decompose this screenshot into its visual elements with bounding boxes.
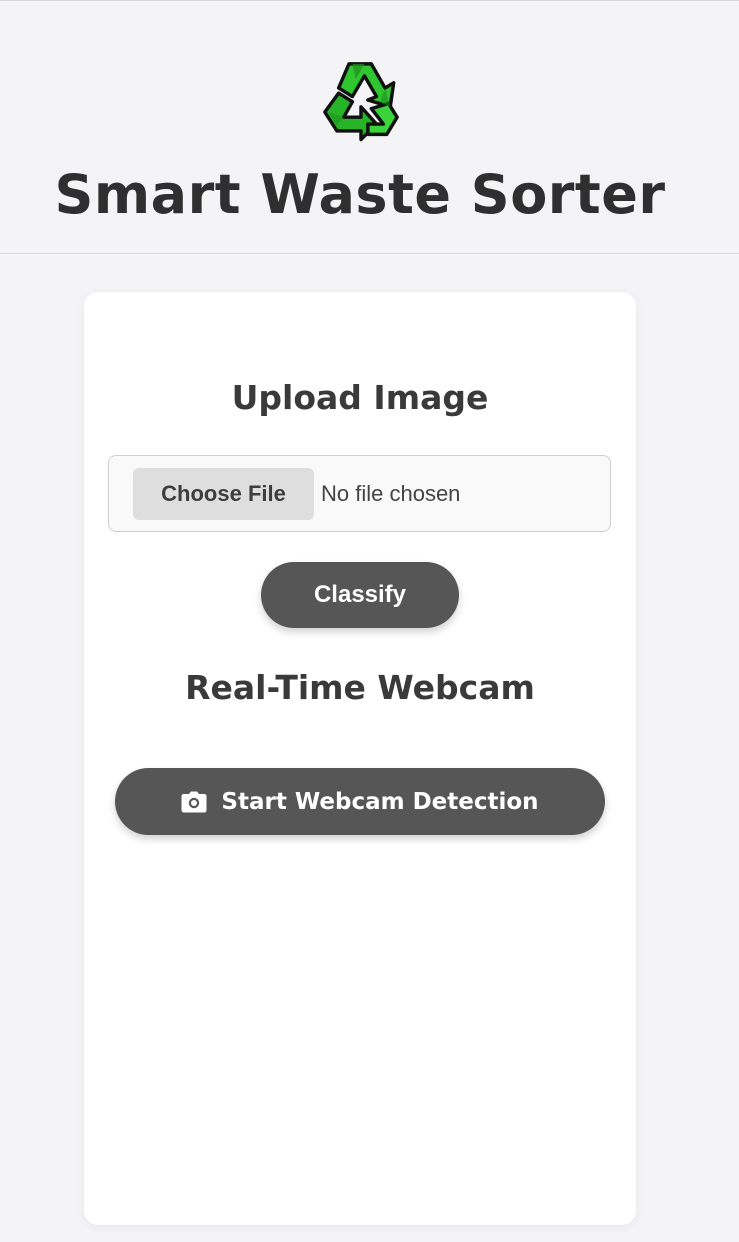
page-header: Smart Waste Sorter bbox=[0, 0, 739, 254]
start-webcam-button[interactable]: Start Webcam Detection bbox=[115, 768, 605, 835]
file-status-text: No file chosen bbox=[321, 481, 461, 506]
choose-file-button[interactable]: Choose File bbox=[133, 468, 314, 520]
main-card: Upload Image Choose File No file chosen … bbox=[84, 292, 636, 1225]
recycle-icon bbox=[323, 62, 399, 142]
start-webcam-label: Start Webcam Detection bbox=[221, 788, 539, 815]
classify-button[interactable]: Classify bbox=[261, 562, 459, 628]
app-title: Smart Waste Sorter bbox=[54, 163, 666, 226]
upload-section-title: Upload Image bbox=[231, 378, 489, 417]
webcam-section-title: Real-Time Webcam bbox=[185, 668, 535, 707]
camera-icon bbox=[181, 791, 207, 812]
file-input[interactable]: Choose File No file chosen bbox=[108, 455, 611, 532]
